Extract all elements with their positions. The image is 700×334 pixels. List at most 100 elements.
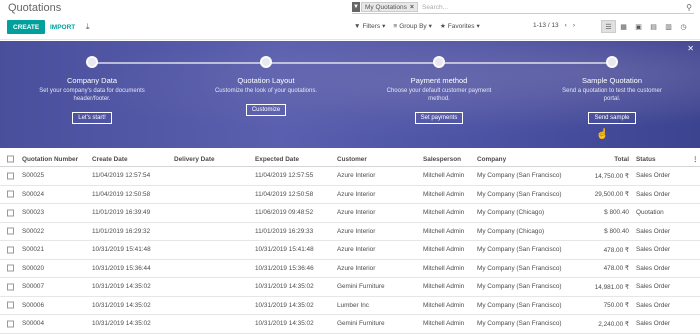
row-checkbox[interactable] <box>7 246 14 254</box>
column-header[interactable]: Delivery Date <box>174 152 215 166</box>
control-panel: Quotations ▼ My Quotations × Search... ⚲… <box>0 0 700 40</box>
page-title: Quotations <box>8 2 62 14</box>
caret-down-icon: ▾ <box>428 23 432 30</box>
step-quotation-layout: Quotation Layout Customize the look of y… <box>196 56 336 116</box>
cell-quotation-number: S00020 <box>22 264 45 272</box>
cell-status: Quotation <box>636 209 664 217</box>
cell-company: My Company (San Francisco) <box>477 246 562 254</box>
pager: 1-13 / 13 ‹ › <box>533 22 575 29</box>
row-checkbox[interactable] <box>7 283 14 291</box>
cell-total: 14,981.00 ₹ <box>594 283 629 291</box>
step-title: Payment method <box>410 76 468 85</box>
table-row[interactable]: S00021 10/31/2019 15:41:48 10/31/2019 15:4… <box>0 241 700 260</box>
row-checkbox[interactable] <box>7 301 14 309</box>
calendar-view-icon[interactable]: ▣ <box>631 20 646 33</box>
optional-columns-icon[interactable]: ⋮ <box>692 152 698 166</box>
cell-salesperson: Mitchell Admin <box>423 283 465 291</box>
cell-total: 750.00 ₹ <box>603 302 629 310</box>
cell-expected-date: 11/01/2019 16:29:33 <box>255 227 314 235</box>
cell-total: $ 800.40 <box>604 227 629 235</box>
cell-company: My Company (San Francisco) <box>477 190 562 198</box>
table-row[interactable]: S00024 11/04/2019 12:50:58 11/04/2019 12:5… <box>0 186 700 204</box>
pager-value[interactable]: 1-13 / 13 <box>533 22 559 29</box>
cell-create-date: 11/01/2019 16:29:32 <box>92 227 151 235</box>
filter-icon: ▼ <box>352 2 360 12</box>
table-row[interactable]: S00022 11/01/2019 16:29:32 11/01/2019 16:2… <box>0 223 700 241</box>
pager-next-icon[interactable]: › <box>573 22 575 29</box>
cell-status: Sales Order <box>636 227 671 235</box>
favorites-dropdown[interactable]: ★ Favorites ▾ <box>440 22 480 31</box>
lets-start-button[interactable]: Let's start! <box>72 111 112 124</box>
facet-remove-icon[interactable]: × <box>410 4 414 11</box>
set-payments-button[interactable]: Set payments <box>414 111 464 124</box>
customize-button[interactable]: Customize <box>245 103 287 116</box>
import-button[interactable]: IMPORT <box>47 20 78 34</box>
pivot-view-icon[interactable]: ▤ <box>646 20 661 33</box>
cell-salesperson: Mitchell Admin <box>423 301 465 309</box>
cell-total: 478.00 ₹ <box>603 265 629 273</box>
row-checkbox[interactable] <box>7 172 14 180</box>
search-input[interactable]: Search... <box>422 4 686 11</box>
graph-view-icon[interactable]: ▥ <box>661 20 676 33</box>
table-header: Quotation Number Create Date Delivery Da… <box>0 152 700 167</box>
cell-customer: Azure Interior <box>337 190 376 198</box>
hand-cursor-icon: ☝ <box>596 129 609 140</box>
step-sample-quotation: Sample Quotation Send a quotation to tes… <box>542 56 682 124</box>
table-row[interactable]: S00004 10/31/2019 14:35:02 10/31/2019 14:3… <box>0 315 700 334</box>
step-dot <box>606 56 618 68</box>
onboarding-panel: ✕ Company Data Set your company's data f… <box>0 41 700 148</box>
cell-customer: Azure Interior <box>337 227 376 235</box>
view-switcher: ☰ ▦ ▣ ▤ ▥ ◷ <box>601 20 691 33</box>
column-header[interactable]: Total <box>614 152 629 166</box>
table-row[interactable]: S00025 11/04/2019 12:57:54 11/04/2019 12:5… <box>0 167 700 186</box>
download-icon[interactable]: ⤓ <box>86 22 90 32</box>
table-row[interactable]: S00020 10/31/2019 15:36:44 10/31/2019 15:3… <box>0 260 700 278</box>
cell-status: Sales Order <box>636 264 671 272</box>
send-sample-button[interactable]: Send sample <box>588 111 636 124</box>
search-icon[interactable]: ⚲ <box>686 3 692 12</box>
quotations-table: Quotation Number Create Date Delivery Da… <box>0 152 700 334</box>
cell-create-date: 11/04/2019 12:57:54 <box>92 172 151 180</box>
cell-salesperson: Mitchell Admin <box>423 227 465 235</box>
activity-view-icon[interactable]: ◷ <box>676 20 691 33</box>
cell-expected-date: 11/04/2019 12:57:55 <box>255 172 314 180</box>
group-by-dropdown[interactable]: ≡ Group By ▾ <box>393 22 432 31</box>
column-header[interactable]: Customer <box>337 152 367 166</box>
search-facet[interactable]: My Quotations × <box>361 2 419 12</box>
column-header[interactable]: Status <box>636 152 656 166</box>
row-checkbox[interactable] <box>7 227 14 235</box>
step-title: Quotation Layout <box>237 76 295 85</box>
search-bar[interactable]: ▼ My Quotations × Search... ⚲ <box>352 1 694 14</box>
column-header[interactable]: Expected Date <box>255 152 299 166</box>
row-checkbox[interactable] <box>7 264 14 272</box>
step-dot <box>86 56 98 68</box>
cell-salesperson: Mitchell Admin <box>423 209 465 217</box>
cell-create-date: 10/31/2019 15:36:44 <box>92 264 151 272</box>
facet-label: My Quotations <box>365 3 407 11</box>
table-row[interactable]: S00006 10/31/2019 14:35:02 10/31/2019 14:3… <box>0 297 700 315</box>
filters-dropdown[interactable]: ▼ Filters ▾ <box>354 22 385 31</box>
cell-salesperson: Mitchell Admin <box>423 246 465 254</box>
cell-quotation-number: S00025 <box>22 172 45 180</box>
list-view-icon[interactable]: ☰ <box>601 20 616 33</box>
pager-previous-icon[interactable]: ‹ <box>565 22 567 29</box>
row-checkbox[interactable] <box>7 190 14 198</box>
cell-customer: Azure Interior <box>337 246 376 254</box>
cell-total: 29,500.00 ₹ <box>594 191 629 199</box>
create-button[interactable]: CREATE <box>7 20 46 34</box>
select-all-checkbox[interactable] <box>7 155 14 163</box>
table-row[interactable]: S00007 10/31/2019 14:35:02 10/31/2019 14:3… <box>0 278 700 297</box>
step-description: Choose your default customer payment met… <box>386 88 492 102</box>
step-description: Set your company's data for documents he… <box>39 88 145 102</box>
column-header[interactable]: Create Date <box>92 152 128 166</box>
cell-total: $ 800.40 <box>604 209 629 217</box>
close-icon[interactable]: ✕ <box>687 44 694 53</box>
cell-expected-date: 10/31/2019 14:35:02 <box>255 283 314 291</box>
column-header[interactable]: Salesperson <box>423 152 461 166</box>
column-header[interactable]: Company <box>477 152 506 166</box>
kanban-view-icon[interactable]: ▦ <box>616 20 631 33</box>
cell-status: Sales Order <box>636 283 671 291</box>
row-checkbox[interactable] <box>7 209 14 217</box>
column-header[interactable]: Quotation Number <box>22 152 78 166</box>
table-row[interactable]: S00023 11/01/2019 16:39:49 11/06/2019 09:4… <box>0 204 700 223</box>
